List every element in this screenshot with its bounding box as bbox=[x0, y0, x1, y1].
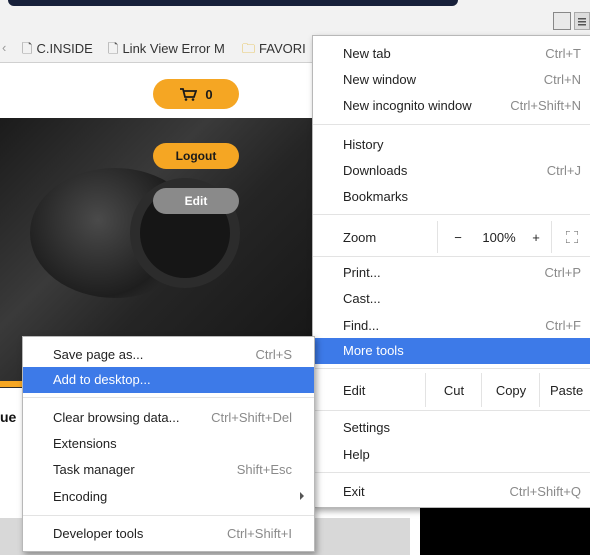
menu-item-label: Add to desktop... bbox=[53, 372, 151, 387]
menu-cast[interactable]: Cast... bbox=[313, 286, 590, 312]
menu-item-shortcut: Ctrl+T bbox=[545, 46, 581, 61]
cart-count: 0 bbox=[205, 86, 213, 102]
chevron-right-icon bbox=[300, 492, 304, 500]
menu-item-label: Print... bbox=[343, 265, 381, 280]
menu-find[interactable]: Find... Ctrl+F bbox=[313, 313, 590, 339]
bookmark-label: Link View Error M bbox=[122, 41, 225, 56]
menu-separator bbox=[313, 256, 590, 257]
menu-item-label: Settings bbox=[343, 420, 390, 435]
menu-zoom-row: Zoom − 100% + bbox=[313, 221, 590, 253]
menu-downloads[interactable]: Downloads Ctrl+J bbox=[313, 158, 590, 184]
menu-item-label: Developer tools bbox=[53, 526, 144, 541]
browser-titlebar bbox=[0, 0, 590, 34]
paste-button[interactable]: Paste bbox=[539, 373, 590, 407]
menu-item-shortcut: Ctrl+Shift+N bbox=[510, 98, 581, 113]
page-heading-fragment: ue bbox=[0, 409, 17, 425]
cut-button[interactable]: Cut bbox=[425, 373, 482, 407]
fullscreen-icon[interactable] bbox=[551, 221, 590, 253]
menu-settings[interactable]: Settings bbox=[313, 415, 590, 441]
menu-history[interactable]: History bbox=[313, 132, 590, 158]
menu-item-label: Encoding bbox=[53, 489, 108, 504]
menu-exit[interactable]: Exit Ctrl+Shift+Q bbox=[313, 479, 590, 505]
bookmark-label: FAVORI bbox=[259, 41, 306, 56]
menu-separator bbox=[313, 124, 590, 125]
browser-main-menu: New tab Ctrl+T New window Ctrl+N New inc… bbox=[312, 35, 590, 508]
submenu-developer-tools[interactable]: Developer tools Ctrl+Shift+I bbox=[23, 521, 314, 547]
bookmark-link-view-error[interactable]: 🗋 Link View Error M bbox=[108, 40, 228, 62]
menu-item-shortcut: Ctrl+Shift+Q bbox=[509, 484, 581, 499]
logout-button[interactable]: Logout bbox=[153, 143, 239, 169]
menu-separator bbox=[23, 397, 314, 398]
zoom-level: 100% bbox=[482, 229, 516, 245]
menu-item-shortcut: Shift+Esc bbox=[236, 462, 292, 477]
zoom-out-button[interactable]: − bbox=[437, 221, 478, 253]
menu-new-window[interactable]: New window Ctrl+N bbox=[313, 67, 590, 93]
bookmarks-scroll-left-icon[interactable]: ‹ bbox=[2, 40, 6, 55]
dark-panel bbox=[420, 503, 590, 555]
menu-item-label: Task manager bbox=[53, 462, 135, 477]
menu-separator bbox=[313, 214, 590, 215]
submenu-extensions[interactable]: Extensions bbox=[23, 431, 314, 457]
menu-item-label: Clear browsing data... bbox=[53, 410, 180, 425]
more-tools-submenu: Save page as... Ctrl+S Add to desktop...… bbox=[22, 336, 315, 552]
submenu-task-manager[interactable]: Task manager Shift+Esc bbox=[23, 457, 314, 483]
cart-button[interactable]: 0 bbox=[153, 79, 239, 109]
submenu-save-page-as[interactable]: Save page as... Ctrl+S bbox=[23, 342, 314, 368]
folder-icon: 🗀 bbox=[242, 41, 256, 56]
menu-item-label: Downloads bbox=[343, 163, 408, 178]
page-icon: 🗋 bbox=[22, 41, 33, 56]
menu-bookmarks[interactable]: Bookmarks bbox=[313, 184, 590, 210]
submenu-clear-browsing-data[interactable]: Clear browsing data... Ctrl+Shift+Del bbox=[23, 405, 314, 431]
menu-item-label: Find... bbox=[343, 318, 380, 333]
menu-item-shortcut: Ctrl+P bbox=[544, 265, 581, 280]
cart-icon bbox=[180, 88, 198, 101]
menu-separator bbox=[313, 472, 590, 473]
menu-item-shortcut: Ctrl+F bbox=[545, 318, 581, 333]
menu-item-shortcut: Ctrl+N bbox=[543, 72, 581, 87]
menu-print[interactable]: Print... Ctrl+P bbox=[313, 260, 590, 286]
bookmark-c-inside[interactable]: 🗋 C.INSIDE bbox=[22, 40, 93, 62]
menu-edit-row: Edit Cut Copy Paste bbox=[313, 373, 590, 407]
menu-item-label: Edit bbox=[343, 383, 366, 398]
menu-new-incognito-window[interactable]: New incognito window Ctrl+Shift+N bbox=[313, 93, 590, 119]
menu-item-label: History bbox=[343, 137, 384, 152]
window-top-strip bbox=[8, 0, 458, 6]
bookmark-label: C.INSIDE bbox=[36, 41, 93, 56]
menu-help[interactable]: Help bbox=[313, 442, 590, 468]
menu-item-shortcut: Ctrl+S bbox=[255, 347, 292, 362]
translate-icon[interactable] bbox=[553, 12, 571, 30]
bookmark-favorites-folder[interactable]: 🗀 FAVORI bbox=[242, 40, 306, 62]
menu-icon[interactable] bbox=[574, 12, 590, 30]
menu-separator bbox=[23, 515, 314, 516]
page-icon: 🗋 bbox=[108, 41, 119, 56]
menu-item-label: More tools bbox=[343, 343, 404, 358]
submenu-add-to-desktop[interactable]: Add to desktop... bbox=[23, 367, 314, 393]
menu-item-label: Save page as... bbox=[53, 347, 144, 362]
edit-button[interactable]: Edit bbox=[153, 188, 239, 214]
menu-item-shortcut: Ctrl+Shift+Del bbox=[211, 410, 292, 425]
menu-more-tools[interactable]: More tools bbox=[313, 338, 590, 364]
menu-item-label: Exit bbox=[343, 484, 365, 499]
menu-separator bbox=[313, 410, 590, 411]
menu-new-tab[interactable]: New tab Ctrl+T bbox=[313, 41, 590, 67]
menu-item-label: Bookmarks bbox=[343, 189, 409, 204]
menu-item-label: Cast... bbox=[343, 291, 381, 306]
menu-item-label: Help bbox=[343, 447, 370, 462]
menu-item-shortcut: Ctrl+Shift+I bbox=[226, 526, 292, 541]
zoom-in-button[interactable]: + bbox=[521, 221, 551, 253]
menu-separator bbox=[313, 368, 590, 369]
submenu-encoding[interactable]: Encoding bbox=[23, 484, 314, 510]
copy-button[interactable]: Copy bbox=[481, 373, 540, 407]
menu-item-label: New incognito window bbox=[343, 98, 472, 113]
menu-item-label: New window bbox=[343, 72, 416, 87]
menu-item-label: New tab bbox=[343, 46, 391, 61]
menu-item-shortcut: Ctrl+J bbox=[546, 163, 581, 178]
menu-item-label: Extensions bbox=[53, 436, 117, 451]
menu-item-label: Zoom bbox=[343, 230, 377, 245]
